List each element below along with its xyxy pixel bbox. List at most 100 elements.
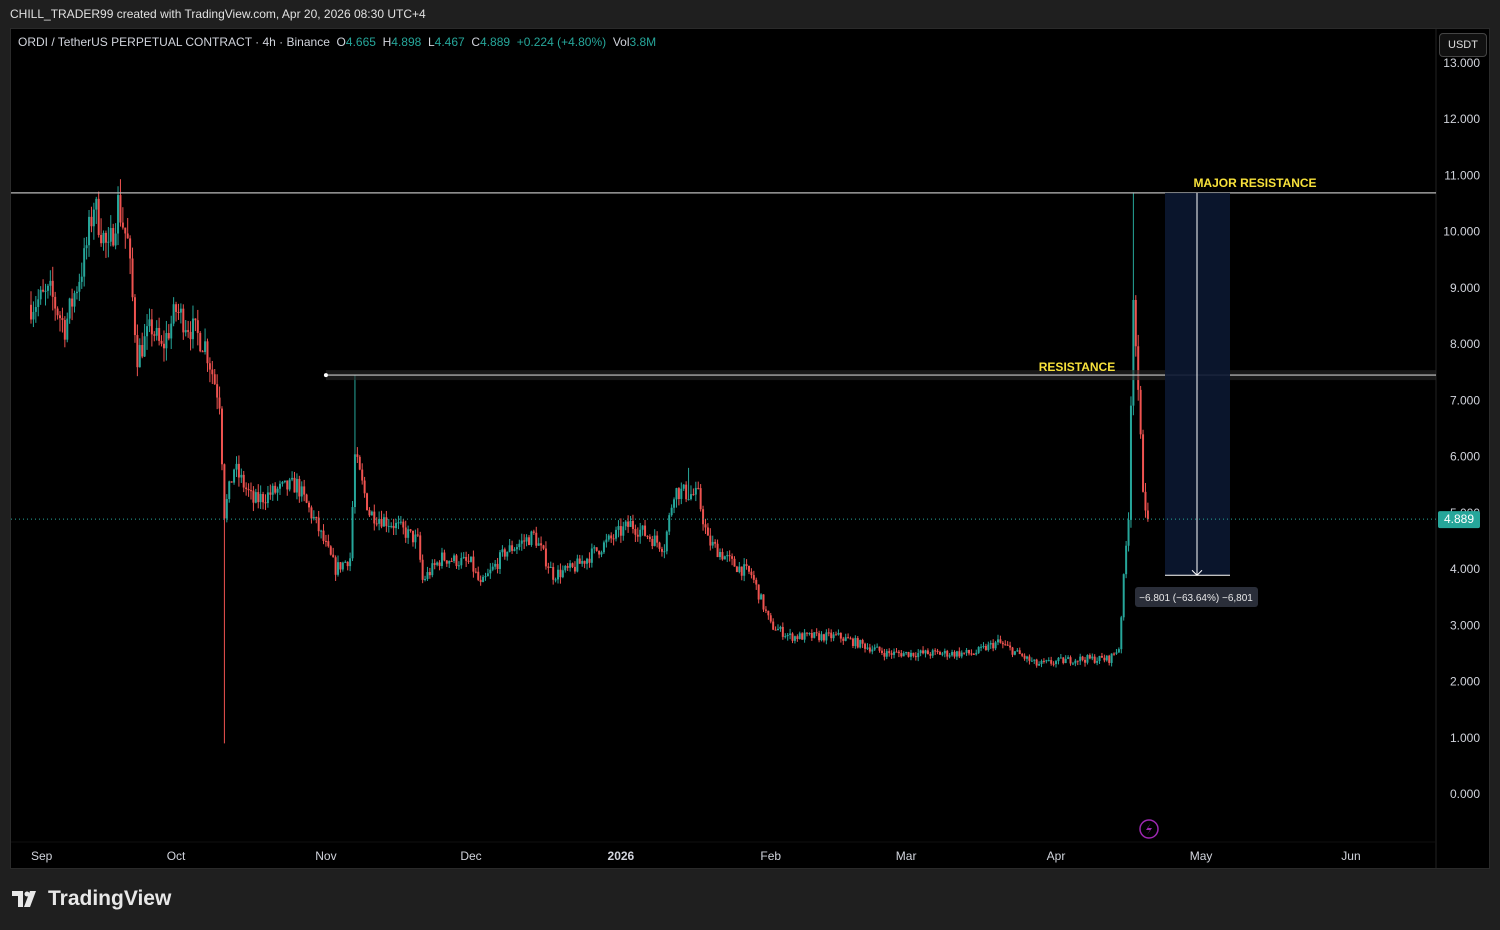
candle (641, 525, 644, 536)
candle (796, 634, 799, 642)
candle (619, 518, 622, 543)
resistance-label: RESISTANCE (1039, 360, 1115, 374)
candle (283, 480, 286, 484)
candle (1115, 648, 1118, 655)
candle (1096, 657, 1099, 666)
candle (1004, 640, 1007, 646)
candle (46, 283, 49, 299)
candle (349, 552, 352, 572)
candle (839, 632, 842, 643)
candle (266, 485, 269, 508)
candle (760, 593, 763, 600)
candle (34, 296, 37, 323)
candle (793, 635, 796, 644)
candle (211, 360, 214, 384)
candle (883, 648, 886, 661)
candle (825, 629, 828, 645)
candle (566, 563, 569, 571)
candle (387, 519, 390, 533)
candle (578, 554, 581, 564)
candle (980, 644, 983, 652)
candle (1023, 653, 1026, 661)
candle (909, 649, 912, 661)
candle (644, 519, 647, 537)
candle (1006, 641, 1009, 646)
candle (1045, 659, 1048, 664)
candle (351, 501, 354, 562)
candle (893, 648, 896, 659)
x-tick-label: Jun (1341, 849, 1360, 863)
candle (380, 510, 383, 529)
candle (646, 535, 649, 540)
candle (844, 633, 847, 642)
candle (685, 481, 688, 503)
candle (279, 480, 282, 495)
candle (402, 519, 405, 535)
candle (851, 637, 854, 649)
candle (989, 640, 992, 649)
candle (32, 301, 35, 328)
candle (801, 632, 804, 640)
candle (1120, 615, 1123, 654)
candle (1076, 660, 1079, 666)
y-tick-label: 3.000 (1450, 618, 1480, 632)
candle (1105, 655, 1108, 662)
candle (970, 649, 973, 656)
y-tick-label: 0.000 (1450, 787, 1480, 801)
candle (559, 563, 562, 584)
candle (136, 324, 139, 377)
candle (392, 518, 395, 536)
candle (960, 650, 963, 659)
candle (368, 507, 371, 517)
x-tick-label: May (1190, 849, 1213, 863)
candle (269, 484, 272, 500)
candle (506, 551, 509, 561)
candle (721, 548, 724, 561)
candle (281, 480, 284, 487)
candle (397, 515, 400, 530)
candle (774, 626, 777, 631)
candle (772, 618, 775, 631)
candle (51, 266, 54, 311)
candle (450, 557, 453, 562)
last-price-value: 4.889 (1444, 512, 1474, 526)
candle (54, 291, 57, 321)
candle (822, 633, 825, 643)
candle (479, 575, 482, 586)
candle (1103, 654, 1106, 663)
candle (264, 494, 267, 511)
candle (228, 480, 231, 503)
candle (59, 311, 62, 332)
candle (240, 468, 243, 483)
candle (648, 534, 651, 542)
candle (274, 482, 277, 495)
candle (433, 559, 436, 570)
candle (162, 330, 165, 362)
candle (762, 594, 765, 613)
candle (138, 338, 141, 368)
candle (339, 561, 342, 573)
candle (847, 633, 850, 639)
candle (249, 482, 252, 500)
candle (104, 230, 107, 258)
candle (443, 549, 446, 562)
candle (254, 488, 257, 504)
candle (595, 547, 598, 552)
candle (743, 558, 746, 582)
candle (593, 545, 596, 554)
candle (934, 648, 937, 656)
candle (999, 635, 1002, 644)
candle (320, 529, 323, 539)
candle (1125, 540, 1128, 579)
candle (426, 566, 429, 581)
candle (511, 540, 514, 554)
candle (967, 649, 970, 656)
tradingview-logo[interactable]: TradingView (12, 887, 171, 911)
candle (789, 628, 792, 640)
candle (414, 529, 417, 549)
brand-name: TradingView (48, 887, 172, 910)
price-chart[interactable]: 0.0001.0002.0003.0004.0005.0006.0007.000… (0, 0, 1500, 930)
candle (861, 638, 864, 648)
currency-button[interactable]: USDT (1439, 33, 1487, 57)
candle (702, 505, 705, 531)
